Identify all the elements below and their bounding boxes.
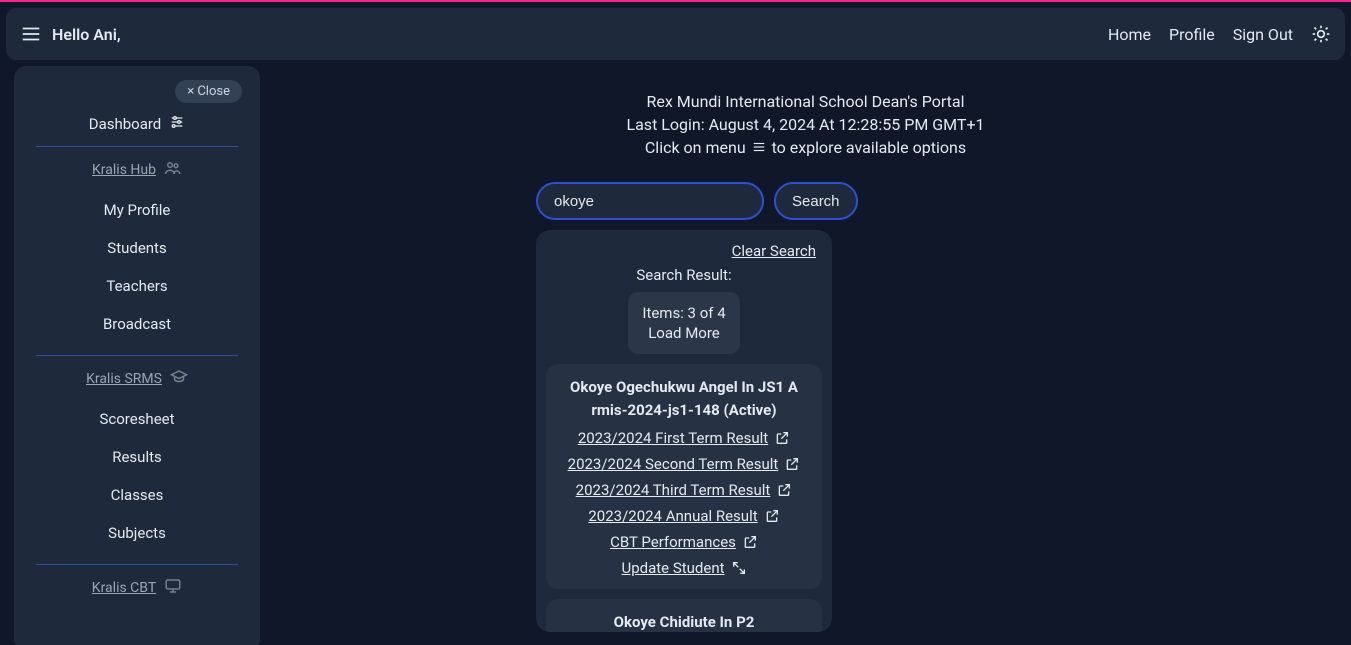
result-link-label: 2023/2024 Annual Result bbox=[588, 507, 757, 525]
result-link-label: CBT Performances bbox=[610, 533, 736, 551]
result-title-line1: Okoye Chidiute In P2 bbox=[554, 611, 814, 632]
accent-bar bbox=[0, 0, 1351, 2]
items-count: Items: 3 of 4 bbox=[642, 304, 725, 322]
result-link[interactable]: 2023/2024 Second Term Result bbox=[554, 455, 814, 473]
divider bbox=[36, 355, 238, 356]
sidebar-item-students[interactable]: Students bbox=[14, 229, 260, 267]
people-icon bbox=[164, 159, 182, 181]
section-title-label: Kralis SRMS bbox=[86, 371, 162, 387]
external-link-icon bbox=[784, 456, 800, 472]
result-link-label: 2023/2024 First Term Result bbox=[578, 429, 768, 447]
result-card: Okoye Ogechukwu Angel In JS1 A rmis-2024… bbox=[546, 364, 822, 589]
topbar: Hello Ani, Home Profile Sign Out bbox=[6, 8, 1345, 60]
result-title-line1: Okoye Ogechukwu Angel In JS1 A bbox=[554, 376, 814, 399]
sidebar-item-teachers[interactable]: Teachers bbox=[14, 267, 260, 305]
main: Rex Mundi International School Dean's Po… bbox=[260, 66, 1351, 645]
theme-toggle-icon[interactable] bbox=[1311, 24, 1331, 44]
pagination-box: Items: 3 of 4 Load More bbox=[628, 292, 739, 354]
result-link-label: 2023/2024 Third Term Result bbox=[576, 481, 771, 499]
result-link[interactable]: CBT Performances bbox=[554, 533, 814, 551]
sidebar-item-classes[interactable]: Classes bbox=[14, 476, 260, 514]
sidebar-close-button[interactable]: × Close bbox=[175, 80, 242, 103]
portal-title: Rex Mundi International School Dean's Po… bbox=[280, 92, 1331, 111]
sidebar-scroll[interactable]: × Close Dashboard Kralis Hub My Profile … bbox=[14, 80, 260, 645]
external-link-icon bbox=[774, 430, 790, 446]
sidebar-item-my-profile[interactable]: My Profile bbox=[14, 191, 260, 229]
sidebar-item-subjects[interactable]: Subjects bbox=[14, 514, 260, 552]
search-result-title: Search Result: bbox=[546, 266, 822, 284]
external-link-icon bbox=[764, 508, 780, 524]
menu-icon[interactable] bbox=[20, 23, 42, 45]
result-link[interactable]: Update Student bbox=[554, 559, 814, 577]
result-card: Okoye Chidiute In P2 bbox=[546, 599, 822, 632]
help-post: to explore available options bbox=[772, 138, 967, 157]
result-title-line2: rmis-2024-js1-148 (Active) bbox=[554, 399, 814, 422]
sliders-icon bbox=[169, 114, 185, 134]
result-link[interactable]: 2023/2024 First Term Result bbox=[554, 429, 814, 447]
external-link-icon bbox=[776, 482, 792, 498]
search-input[interactable] bbox=[536, 182, 764, 220]
divider bbox=[36, 146, 238, 147]
monitor-icon bbox=[164, 577, 182, 599]
external-link-icon bbox=[742, 534, 758, 550]
header-block: Rex Mundi International School Dean's Po… bbox=[280, 92, 1331, 158]
load-more-button[interactable]: Load More bbox=[642, 324, 725, 342]
sidebar-item-results[interactable]: Results bbox=[14, 438, 260, 476]
section-kralis-hub: Kralis Hub bbox=[14, 159, 260, 181]
nav-profile[interactable]: Profile bbox=[1169, 25, 1215, 44]
result-link[interactable]: 2023/2024 Annual Result bbox=[554, 507, 814, 525]
expand-icon bbox=[731, 560, 747, 576]
results-panel: Clear Search Search Result: Items: 3 of … bbox=[536, 230, 832, 632]
greeting: Hello Ani, bbox=[52, 25, 121, 44]
sidebar-item-broadcast[interactable]: Broadcast bbox=[14, 305, 260, 343]
result-link-label: Update Student bbox=[621, 559, 724, 577]
dashboard-label: Dashboard bbox=[89, 115, 162, 133]
divider bbox=[36, 564, 238, 565]
result-link-label: 2023/2024 Second Term Result bbox=[568, 455, 779, 473]
search-row: Search bbox=[536, 182, 1331, 220]
search-button[interactable]: Search bbox=[774, 182, 858, 220]
sidebar-dashboard[interactable]: Dashboard bbox=[14, 114, 260, 134]
section-title-label: Kralis Hub bbox=[92, 162, 156, 178]
clear-search-link[interactable]: Clear Search bbox=[546, 242, 816, 260]
section-title-label: Kralis CBT bbox=[92, 580, 156, 596]
section-kralis-srms: Kralis SRMS bbox=[14, 368, 260, 390]
nav-signout[interactable]: Sign Out bbox=[1233, 25, 1293, 44]
help-line: Click on menu to explore available optio… bbox=[280, 138, 1331, 158]
nav-home[interactable]: Home bbox=[1108, 25, 1151, 44]
menu-inline-icon bbox=[752, 139, 766, 158]
help-pre: Click on menu bbox=[645, 138, 750, 157]
last-login: Last Login: August 4, 2024 At 12:28:55 P… bbox=[280, 115, 1331, 134]
sidebar: × Close Dashboard Kralis Hub My Profile … bbox=[14, 66, 260, 645]
sidebar-item-scoresheet[interactable]: Scoresheet bbox=[14, 400, 260, 438]
section-kralis-cbt: Kralis CBT bbox=[14, 577, 260, 599]
result-link[interactable]: 2023/2024 Third Term Result bbox=[554, 481, 814, 499]
grad-cap-icon bbox=[170, 368, 188, 390]
